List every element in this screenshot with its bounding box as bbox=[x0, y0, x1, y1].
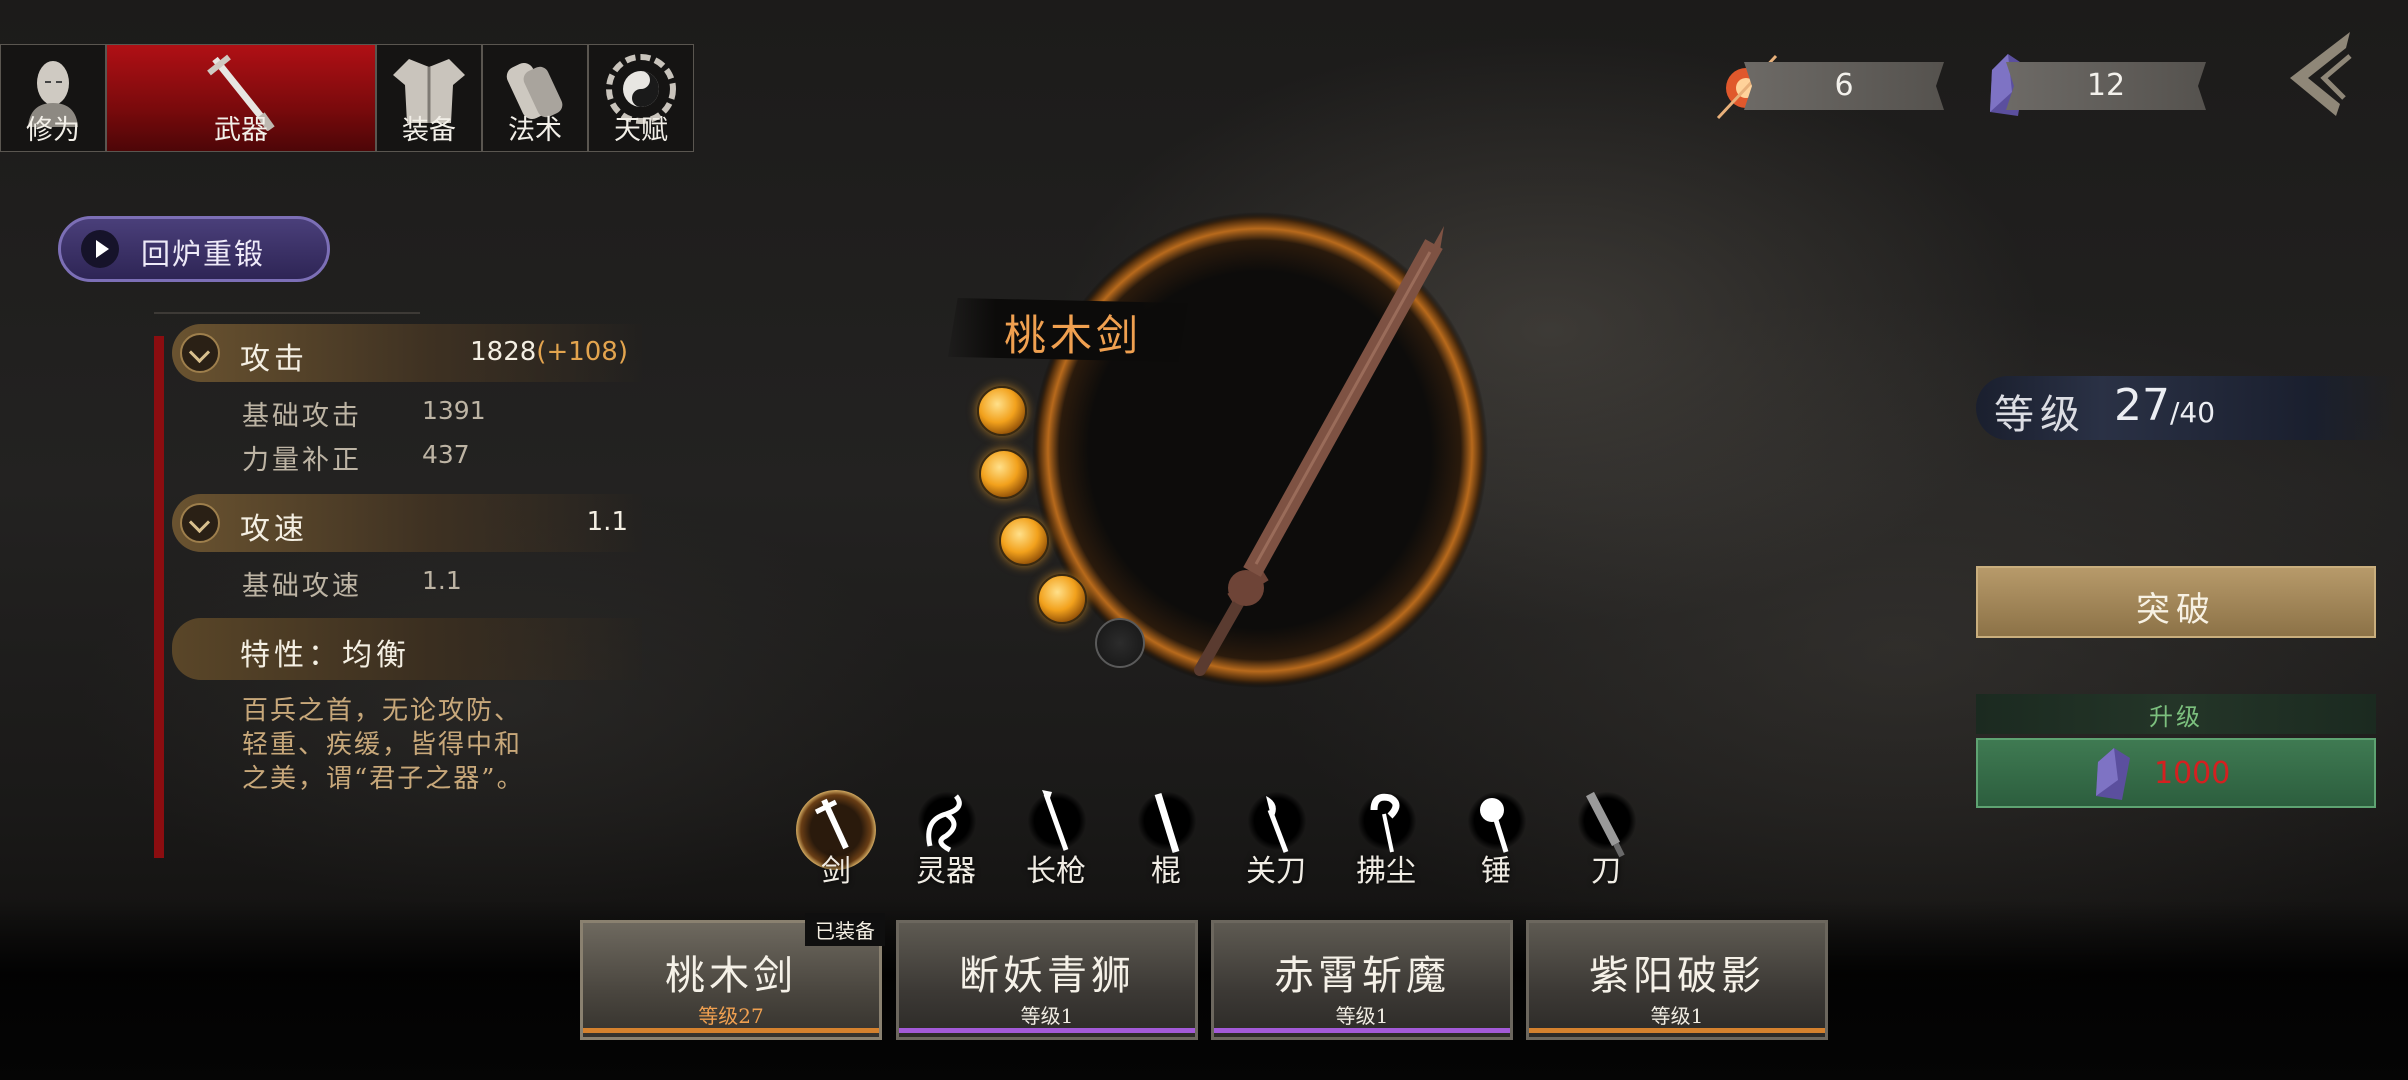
tab-label: 武器 bbox=[214, 115, 268, 146]
weapon-card[interactable]: 断妖青狮 等级1 bbox=[896, 920, 1198, 1040]
weapon-card-level: 等级27 bbox=[698, 1004, 764, 1028]
tab-cultivation[interactable]: 修为 bbox=[0, 44, 106, 152]
tab-label: 装备 bbox=[402, 115, 456, 146]
breakthrough-button[interactable]: 突破 bbox=[1976, 566, 2376, 638]
base-attack-label: 基础攻击 bbox=[242, 401, 362, 432]
weapon-card-level: 等级1 bbox=[1650, 1004, 1704, 1028]
rarity-strip bbox=[1529, 1028, 1825, 1033]
attack-speed-label: 攻速 bbox=[240, 512, 308, 547]
upgrade-label: 升级 bbox=[2149, 703, 2203, 731]
fire-orb-count: 6 bbox=[1834, 68, 1854, 103]
category-label: 拂尘 bbox=[1356, 854, 1416, 889]
attack-label: 攻击 bbox=[240, 342, 308, 377]
tab-talents[interactable]: 天赋 bbox=[588, 44, 694, 152]
strength-bonus-label: 力量补正 bbox=[242, 445, 362, 476]
category-staff[interactable]: 棍 bbox=[1116, 790, 1216, 890]
weapon-card-name: 断妖青狮 bbox=[959, 953, 1135, 999]
weapon-card-level: 等级1 bbox=[1020, 1004, 1074, 1028]
base-attack-value: 1391 bbox=[422, 396, 486, 425]
rarity-strip bbox=[1214, 1028, 1510, 1033]
weapon-card[interactable]: 已装备 桃木剑 等级27 bbox=[580, 913, 885, 1040]
category-label: 锤 bbox=[1481, 854, 1511, 889]
gem-slot-filled[interactable] bbox=[979, 449, 1029, 499]
chevron-down-icon bbox=[180, 333, 220, 373]
attack-speed-section[interactable]: 攻速 1.1 bbox=[172, 494, 642, 552]
strength-bonus-value: 437 bbox=[422, 440, 470, 469]
trait-section: 特性：均衡 bbox=[172, 618, 642, 680]
tab-label: 法术 bbox=[508, 115, 562, 146]
weapon-card-name: 桃木剑 bbox=[665, 953, 797, 999]
gem-slot-filled[interactable] bbox=[1037, 574, 1087, 624]
level-label: 等级 bbox=[1994, 392, 2086, 438]
category-guandao[interactable]: 关刀 bbox=[1226, 790, 1326, 890]
category-saber[interactable]: 刀 bbox=[1556, 790, 1656, 890]
weapon-card[interactable]: 紫阳破影 等级1 bbox=[1526, 920, 1828, 1040]
weapon-card[interactable]: 赤霄斩魔 等级1 bbox=[1211, 920, 1513, 1040]
base-speed-label: 基础攻速 bbox=[242, 571, 362, 602]
attack-value: 1828 bbox=[470, 337, 537, 367]
gem-slot-filled[interactable] bbox=[977, 386, 1027, 436]
category-hammer[interactable]: 锤 bbox=[1446, 790, 1546, 890]
weapon-card-level: 等级1 bbox=[1335, 1004, 1389, 1028]
attack-speed-value: 1.1 bbox=[586, 507, 628, 537]
level-current: 27 bbox=[2114, 380, 2170, 431]
weapon-card-name: 赤霄斩魔 bbox=[1274, 953, 1450, 999]
rarity-strip bbox=[583, 1028, 879, 1033]
tab-spells[interactable]: 法术 bbox=[482, 44, 588, 152]
category-whisk[interactable]: 拂尘 bbox=[1336, 790, 1436, 890]
play-icon bbox=[81, 230, 119, 268]
weapon-card-name: 紫阳破影 bbox=[1589, 953, 1765, 999]
equipped-badge: 已装备 bbox=[805, 913, 885, 946]
gem-slot-filled[interactable] bbox=[999, 516, 1049, 566]
purple-crystal-icon bbox=[2096, 748, 2130, 800]
category-label: 关刀 bbox=[1246, 854, 1306, 889]
trait-label: 特性：均衡 bbox=[240, 638, 410, 673]
attack-bonus: (+108) bbox=[536, 337, 628, 367]
reforge-label: 回炉重锻 bbox=[141, 237, 266, 271]
breakthrough-label: 突破 bbox=[2136, 590, 2216, 630]
stat-panel-bar bbox=[154, 336, 164, 858]
gem-slot-empty[interactable] bbox=[1095, 618, 1145, 668]
rarity-strip bbox=[899, 1028, 1195, 1033]
chevron-down-icon bbox=[180, 503, 220, 543]
tab-label: 天赋 bbox=[614, 115, 668, 146]
attack-section[interactable]: 攻击 1828(+108) bbox=[172, 324, 642, 382]
category-label: 棍 bbox=[1151, 854, 1181, 889]
upgrade-cost: 1000 bbox=[2154, 756, 2231, 791]
category-spear[interactable]: 长枪 bbox=[1006, 790, 1106, 890]
top-tab-bar: 修为 武器 装备 法术 天赋 bbox=[0, 44, 694, 152]
ink-floor-decoration bbox=[0, 900, 2408, 1080]
tab-equipment[interactable]: 装备 bbox=[376, 44, 482, 152]
base-speed-value: 1.1 bbox=[422, 566, 462, 595]
tab-label: 修为 bbox=[26, 115, 80, 146]
level-max: /40 bbox=[2170, 396, 2216, 429]
weapon-name: 桃木剑 bbox=[1004, 311, 1143, 360]
crystal-count: 12 bbox=[2086, 68, 2126, 103]
category-label: 灵器 bbox=[916, 854, 976, 889]
divider bbox=[154, 312, 420, 314]
category-sword[interactable]: 剑 bbox=[786, 790, 886, 890]
reforge-button[interactable]: 回炉重锻 bbox=[58, 216, 330, 282]
back-icon[interactable] bbox=[2280, 26, 2360, 122]
category-label: 刀 bbox=[1591, 854, 1621, 889]
tab-weapons[interactable]: 武器 bbox=[106, 44, 376, 152]
upgrade-button[interactable]: 1000 bbox=[1976, 738, 2376, 808]
category-label: 剑 bbox=[821, 854, 851, 889]
category-label: 长枪 bbox=[1026, 854, 1086, 889]
category-spirit-artifact[interactable]: 灵器 bbox=[896, 790, 996, 890]
weapon-display-ring bbox=[1032, 212, 1488, 688]
weapon-description: 百兵之首，无论攻防、轻重、疾缓，皆得中和之美，谓“君子之器”。 bbox=[242, 696, 525, 794]
attack-value-group: 1828(+108) bbox=[470, 337, 628, 367]
